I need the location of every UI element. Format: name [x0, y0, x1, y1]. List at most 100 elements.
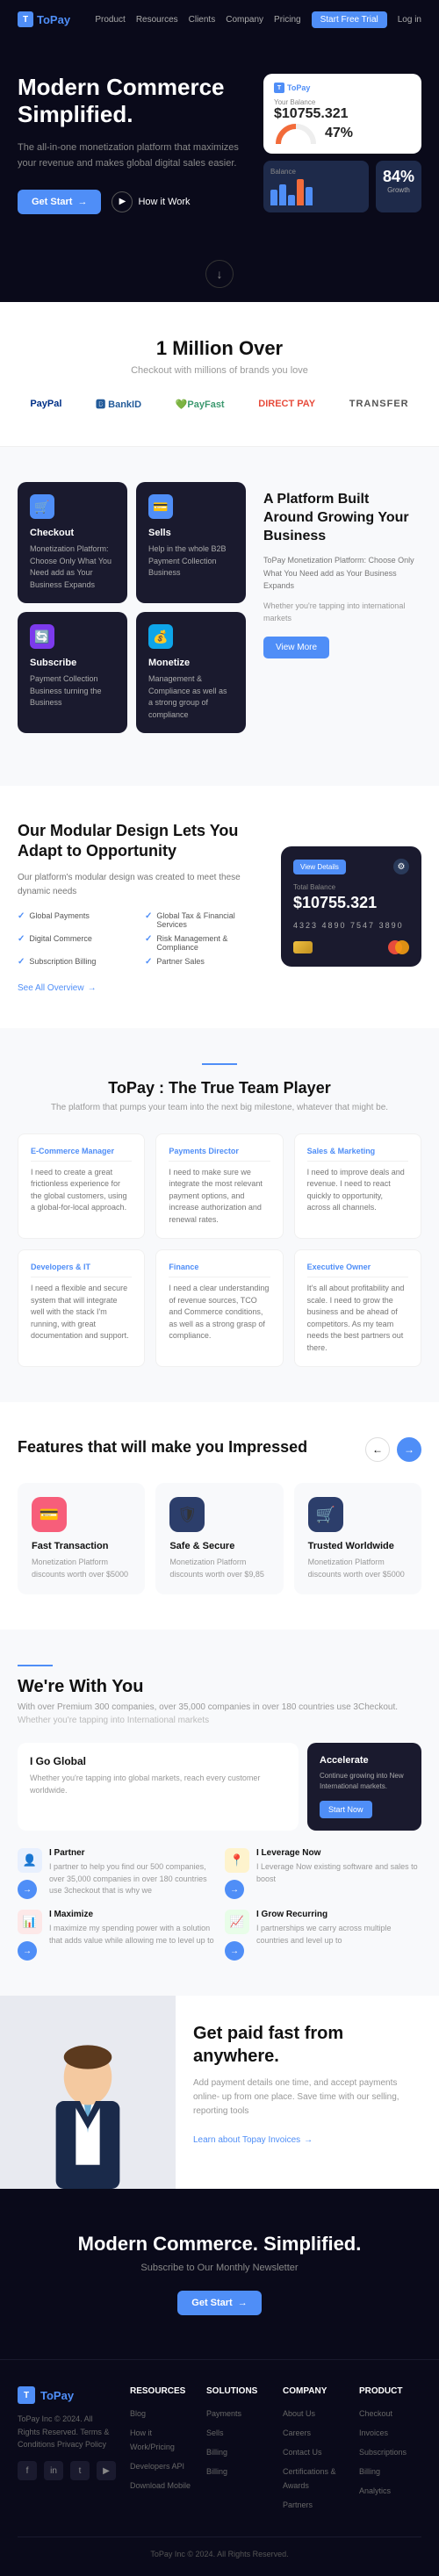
footer-link-invoices[interactable]: Invoices [359, 2428, 388, 2437]
feature-card-monetize: 💰 Monetize Management & Compliance as we… [136, 612, 246, 733]
feat-title-1: Safe & Secure [169, 1541, 269, 1551]
team-role-1: Payments Director [169, 1147, 270, 1162]
fl-title-0: I Partner [49, 1848, 214, 1858]
hero-get-start-button[interactable]: Get Start → [18, 190, 101, 214]
footer-link-checkout[interactable]: Checkout [359, 2409, 392, 2418]
go-global-title: I Go Global [30, 1755, 286, 1767]
footer-logo-icon: T [18, 2386, 35, 2404]
footer-link-partners[interactable]: Partners [283, 2500, 313, 2509]
percent-card: 84% Growth [376, 161, 421, 212]
team-role-4: Finance [169, 1263, 270, 1277]
fl-text-3: I partnerships we carry across multiple … [256, 1923, 421, 1946]
team-role-0: E-Commerce Manager [31, 1147, 132, 1162]
arrow-next-button[interactable]: → [397, 1437, 421, 1462]
fl-dot-0[interactable]: → [18, 1880, 37, 1899]
team-grid-bottom: Developers & IT I need a flexible and se… [18, 1249, 421, 1367]
footer-grid: T ToPay ToPay Inc © 2024. All Rights Res… [18, 2386, 421, 2515]
team-card-2: Sales & Marketing I need to improve deal… [294, 1133, 421, 1240]
check-item-2: Global Tax & Financial Services [145, 911, 263, 929]
hero-cta-row: Get Start → ▶ How it Work [18, 190, 246, 214]
percent-big: 84% [383, 168, 414, 186]
bottom-get-start-button[interactable]: Get Start → [177, 2291, 261, 2315]
nav-pricing[interactable]: Pricing [274, 15, 301, 25]
withyou-cards-row: I Go Global Whether you're tapping into … [18, 1743, 421, 1831]
fl-dot-3[interactable]: → [225, 1941, 244, 1961]
footer-desc: ToPay Inc © 2024. All Rights Reserved. T… [18, 2413, 116, 2450]
checkout-title: Checkout [30, 528, 115, 538]
footer-link-contact[interactable]: Contact Us [283, 2448, 322, 2457]
facebook-icon[interactable]: f [18, 2461, 37, 2480]
footer-link-billing1[interactable]: Billing [206, 2448, 227, 2457]
team-text-2: I need to improve deals and revenue. I n… [307, 1167, 408, 1214]
sells-title: Sells [148, 528, 234, 538]
gauge-percent: 47% [325, 126, 353, 141]
nav-clients[interactable]: Clients [189, 15, 216, 25]
balance-amount: $10755.321 [274, 106, 411, 122]
see-all-link[interactable]: See All Overview → [18, 983, 97, 993]
accelerate-title: Accelerate [320, 1755, 409, 1766]
accelerate-start-button[interactable]: Start Now [320, 1801, 372, 1818]
team-role-5: Executive Owner [307, 1263, 408, 1277]
feat-card-0: 💳 Fast Transaction Monetization Platform… [18, 1483, 145, 1594]
footer-link-howit[interactable]: How it Work/Pricing [130, 2428, 175, 2451]
footer-link-certs[interactable]: Certifications & Awards [283, 2467, 336, 2490]
logo[interactable]: T ToPay [18, 11, 70, 27]
footer-link-careers[interactable]: Careers [283, 2428, 311, 2437]
nav-arrows: ← → [365, 1437, 421, 1462]
hero-section: Modern Commerce Simplified. The all-in-o… [0, 39, 439, 246]
balance-label: Your Balance [274, 98, 411, 106]
footer-link-billing3[interactable]: Billing [359, 2467, 380, 2476]
fl-dot-2[interactable]: → [18, 1941, 37, 1961]
fl-dot-1[interactable]: → [225, 1880, 244, 1899]
person-illustration [18, 2013, 158, 2189]
team-text-4: I need a clear understanding of revenue … [169, 1283, 270, 1342]
team-card-4: Finance I need a clear understanding of … [155, 1249, 283, 1367]
footer-solutions-col: SOLUTIONS Payments Sells Billing Billing [206, 2386, 269, 2515]
nav-cta-button[interactable]: Start Free Trial [312, 11, 387, 28]
leverage-icon: 📍 [225, 1848, 249, 1873]
linkedin-icon[interactable]: in [44, 2461, 63, 2480]
bottom-hero-title: Modern Commerce. Simplified. [18, 2233, 421, 2256]
nav-company[interactable]: Company [226, 15, 263, 25]
footer-link-api[interactable]: Developers API [130, 2462, 184, 2471]
bottom-hero-section: Modern Commerce. Simplified. Subscribe t… [0, 2189, 439, 2359]
logo-icon: T [18, 11, 33, 27]
footer-link-blog[interactable]: Blog [130, 2409, 146, 2418]
footer-product-list: Checkout Invoices Subscriptions Billing … [359, 2405, 421, 2496]
settings-icon[interactable]: ⚙ [393, 859, 409, 874]
footer-product-col: PRODUCT Checkout Invoices Subscriptions … [359, 2386, 421, 2515]
nav-login-link[interactable]: Log in [398, 15, 421, 25]
arrow-prev-button[interactable]: ← [365, 1437, 390, 1462]
view-more-button[interactable]: View More [263, 637, 329, 658]
hero-dashboard: T ToPay Your Balance $10755.321 47% Bala… [263, 74, 421, 219]
team-card-3: Developers & IT I need a flexible and se… [18, 1249, 145, 1367]
scroll-down-icon[interactable]: ↓ [205, 260, 234, 288]
modular-section: Our Modular Design Lets You Adapt to Opp… [0, 786, 439, 1028]
feat-title-0: Fast Transaction [32, 1541, 131, 1551]
modular-subtitle: Our platform's modular design was create… [18, 871, 263, 899]
nav-product[interactable]: Product [95, 15, 125, 25]
feat-card-2: 🛒 Trusted Worldwide Monetization Platfor… [294, 1483, 421, 1594]
hero-play-button[interactable]: ▶ How it Work [112, 191, 190, 212]
youtube-icon[interactable]: ▶ [97, 2461, 116, 2480]
footer-link-sells[interactable]: Sells [206, 2428, 224, 2437]
view-details-button[interactable]: View Details [293, 860, 346, 874]
team-card-1: Payments Director I need to make sure we… [155, 1133, 283, 1240]
footer-link-analytics[interactable]: Analytics [359, 2486, 391, 2495]
twitter-icon[interactable]: t [70, 2461, 90, 2480]
learn-link[interactable]: Learn about Topay Invoices → [193, 2135, 313, 2145]
feature-card-checkout: 🛒 Checkout Monetization Platform: Choose… [18, 482, 127, 603]
footer-link-subscriptions[interactable]: Subscriptions [359, 2448, 407, 2457]
million-title: 1 Million Over [18, 337, 421, 360]
footer-link-about[interactable]: About Us [283, 2409, 315, 2418]
payfast-logo: 💚PayFast [176, 399, 225, 410]
paypal-logo: PayPal [30, 399, 61, 409]
transfer-logo: TRANSFER [349, 399, 409, 409]
footer-link-billing2[interactable]: Billing [206, 2467, 227, 2476]
footer-link-download[interactable]: Download Mobile [130, 2481, 191, 2490]
fl-content-2: I Maximize I maximize my spending power … [49, 1910, 214, 1961]
bar-4 [297, 179, 304, 205]
payment-logos-row: PayPal 🅱 BankID 💚PayFast DIRECT PAY TRAN… [18, 397, 421, 411]
nav-resources[interactable]: Resources [136, 15, 178, 25]
footer-link-payments[interactable]: Payments [206, 2409, 241, 2418]
